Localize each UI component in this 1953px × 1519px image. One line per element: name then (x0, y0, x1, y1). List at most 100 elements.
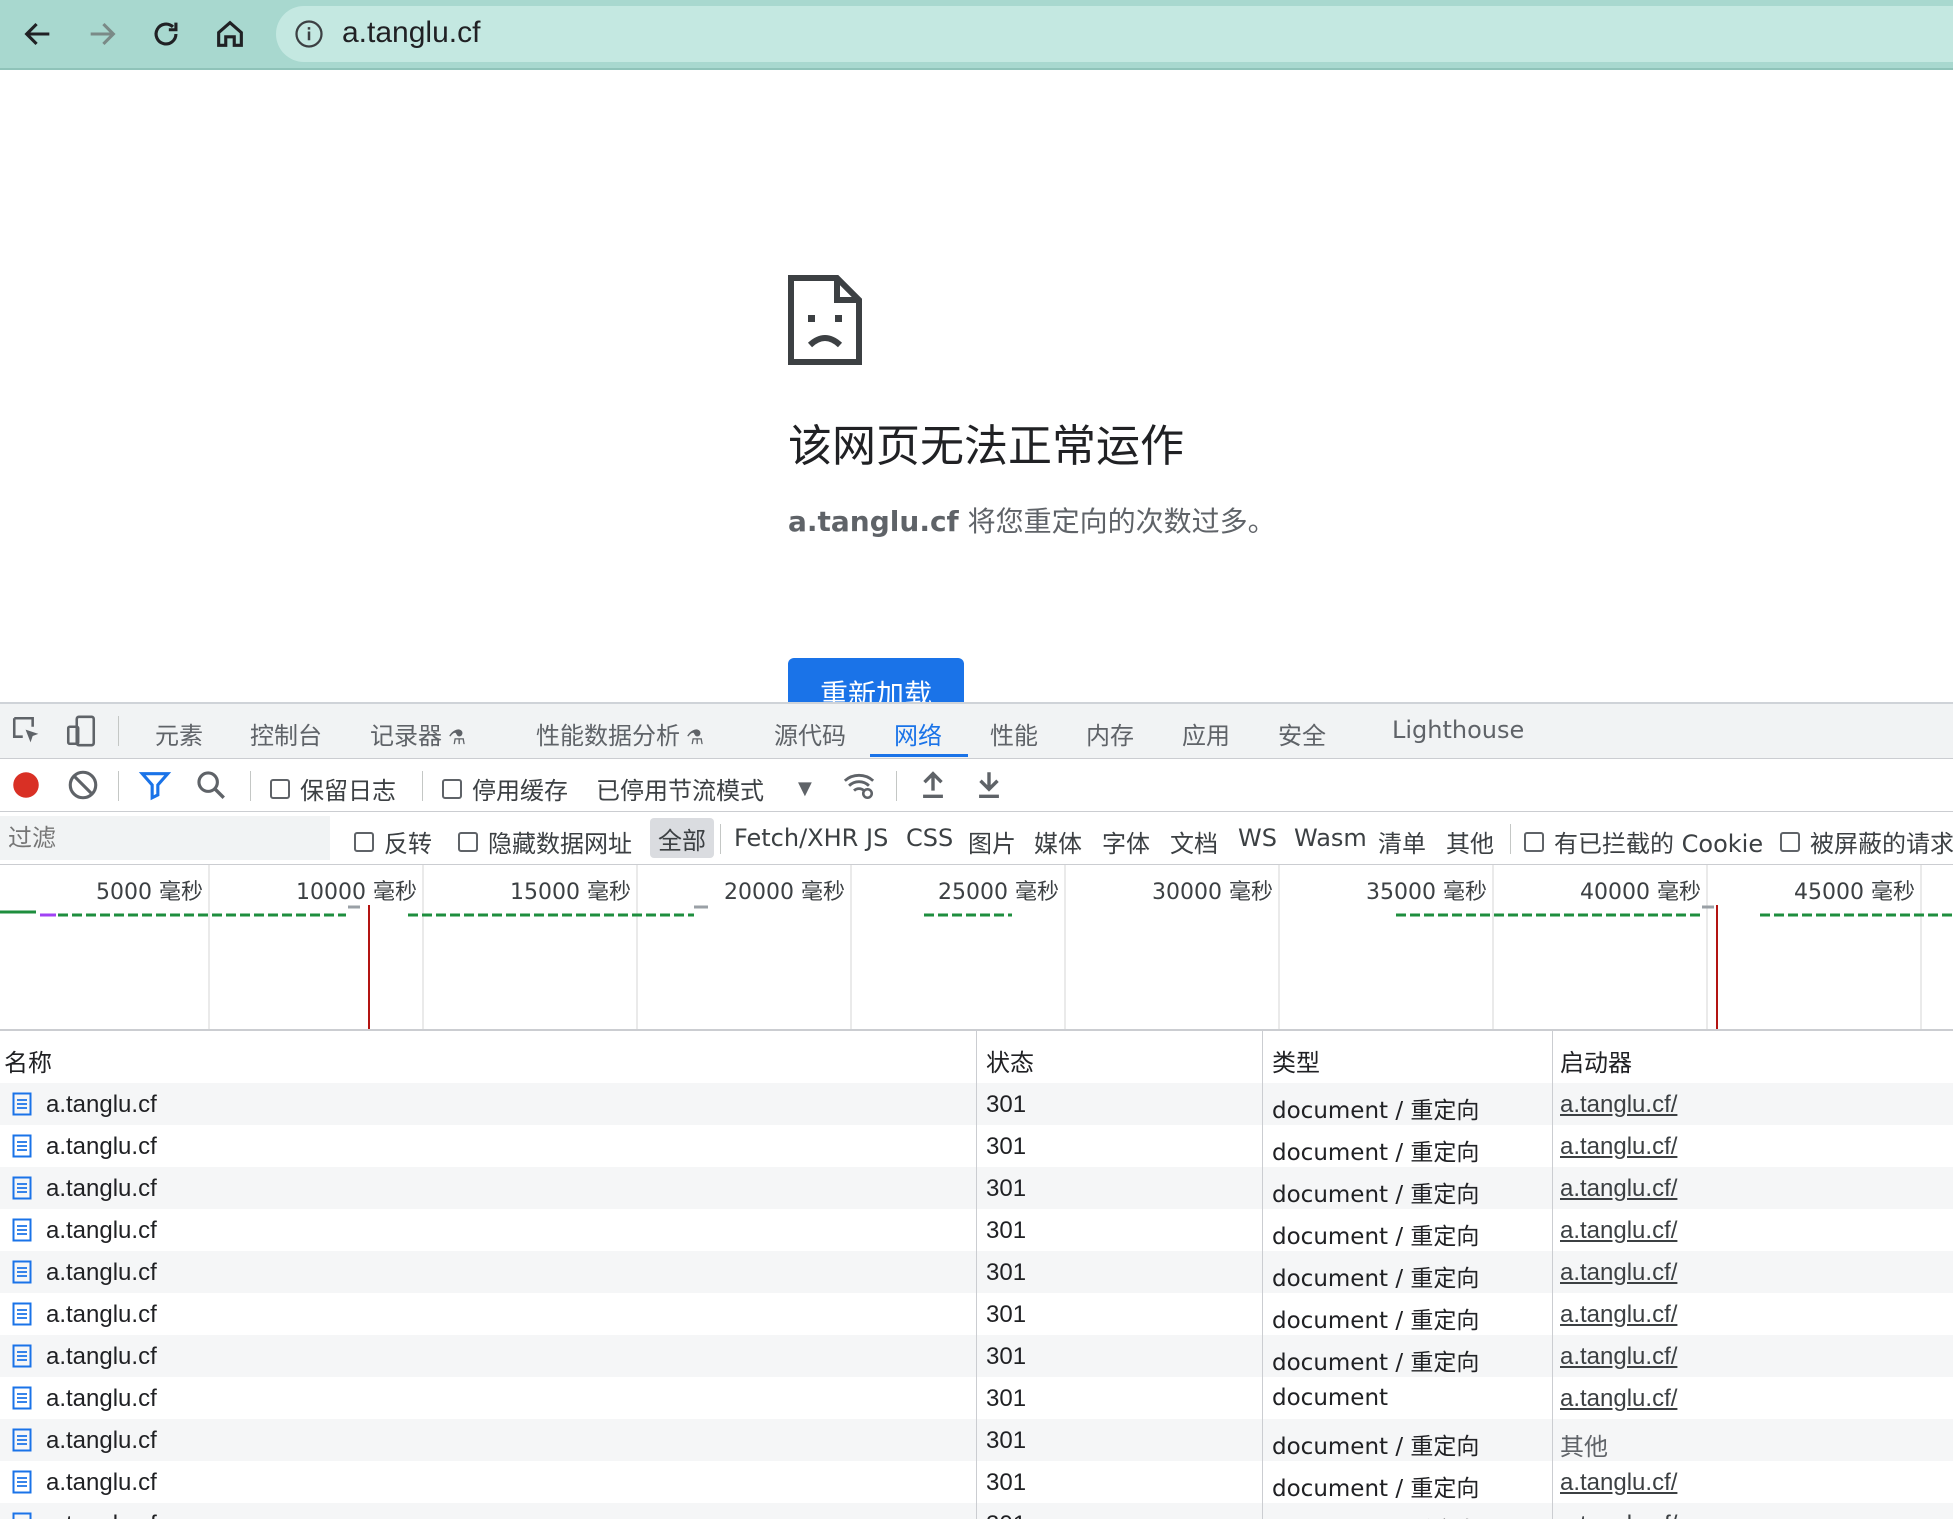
device-toolbar-icon[interactable] (64, 714, 98, 748)
invert-checkbox[interactable]: 反转 (354, 824, 432, 859)
error-title: 该网页无法正常运作 (788, 410, 1184, 474)
request-name[interactable]: a.tanglu.cf (46, 1511, 157, 1519)
filter-type-manifest[interactable]: 清单 (1378, 824, 1426, 859)
document-icon (12, 1344, 32, 1368)
tab-lighthouse[interactable]: Lighthouse (1392, 716, 1524, 744)
filter-type-css[interactable]: CSS (906, 824, 953, 852)
request-name[interactable]: a.tanglu.cf (46, 1175, 157, 1203)
inspect-element-icon[interactable] (10, 714, 44, 748)
request-name[interactable]: a.tanglu.cf (46, 1091, 157, 1119)
timeline-tick-label: 15000 毫秒 (510, 880, 631, 905)
column-header-initiator[interactable]: 启动器 (1560, 1043, 1632, 1078)
request-initiator: 其他 (1560, 1427, 1608, 1462)
tab-recorder[interactable]: 记录器⚗ (370, 716, 466, 751)
request-initiator[interactable]: a.tanglu.cf/ (1560, 1511, 1677, 1519)
checkbox-box[interactable] (354, 832, 374, 852)
record-icon[interactable] (9, 768, 43, 802)
checkbox-box[interactable] (270, 779, 290, 799)
tab-sources[interactable]: 源代码 (774, 716, 846, 751)
request-status: 301 (986, 1259, 1026, 1287)
filter-input[interactable] (0, 816, 330, 860)
tab-elements[interactable]: 元素 (155, 716, 203, 751)
request-status: 301 (986, 1511, 1026, 1519)
request-name[interactable]: a.tanglu.cf (46, 1259, 157, 1287)
filter-type-media[interactable]: 媒体 (1034, 824, 1082, 859)
timeline-tick-label: 10000 毫秒 (296, 880, 417, 905)
timeline-tick-label: 45000 毫秒 (1794, 880, 1915, 905)
column-header-type[interactable]: 类型 (1272, 1043, 1320, 1078)
filter-type-fetch-xhr[interactable]: Fetch/XHR (734, 824, 858, 852)
import-har-icon[interactable] (916, 768, 950, 802)
disable-cache-checkbox[interactable]: 停用缓存 (442, 771, 568, 806)
checkbox-box[interactable] (442, 779, 462, 799)
request-initiator[interactable]: a.tanglu.cf/ (1560, 1217, 1677, 1245)
request-name[interactable]: a.tanglu.cf (46, 1385, 157, 1413)
filter-type-js[interactable]: JS (866, 824, 888, 852)
reload-nav-button[interactable] (140, 8, 192, 60)
back-button[interactable] (12, 8, 64, 60)
checkbox-box[interactable] (458, 832, 478, 852)
clear-icon[interactable] (66, 768, 100, 802)
request-initiator[interactable]: a.tanglu.cf/ (1560, 1301, 1677, 1329)
column-divider (1552, 1031, 1553, 1519)
filter-type-wasm[interactable]: Wasm (1294, 824, 1367, 852)
filter-icon[interactable] (138, 768, 172, 802)
request-name[interactable]: a.tanglu.cf (46, 1133, 157, 1161)
forward-button[interactable] (76, 8, 128, 60)
document-icon (12, 1470, 32, 1494)
request-status: 301 (986, 1175, 1026, 1203)
filter-type-other[interactable]: 其他 (1446, 824, 1494, 859)
request-initiator[interactable]: a.tanglu.cf/ (1560, 1343, 1677, 1371)
filter-type-doc[interactable]: 文档 (1170, 824, 1218, 859)
request-status: 301 (986, 1301, 1026, 1329)
request-initiator[interactable]: a.tanglu.cf/ (1560, 1469, 1677, 1497)
filter-type-img[interactable]: 图片 (968, 824, 1016, 859)
timeline-overview-graph[interactable]: 5000 毫秒10000 毫秒15000 毫秒20000 毫秒25000 毫秒3… (0, 865, 1953, 1029)
request-name[interactable]: a.tanglu.cf (46, 1343, 157, 1371)
request-initiator[interactable]: a.tanglu.cf/ (1560, 1091, 1677, 1119)
toolbar-divider (720, 824, 721, 854)
request-initiator[interactable]: a.tanglu.cf/ (1560, 1133, 1677, 1161)
network-overview-timeline[interactable]: 5000 毫秒10000 毫秒15000 毫秒20000 毫秒25000 毫秒3… (0, 865, 1953, 1031)
checkbox-box[interactable] (1524, 832, 1544, 852)
request-initiator[interactable]: a.tanglu.cf/ (1560, 1259, 1677, 1287)
blocked-requests-checkbox[interactable]: 被屏蔽的请求 (1780, 824, 1953, 859)
column-header-status[interactable]: 状态 (986, 1043, 1034, 1078)
column-divider (976, 1031, 977, 1519)
request-name[interactable]: a.tanglu.cf (46, 1217, 157, 1245)
column-header-name[interactable]: 名称 (4, 1043, 52, 1078)
toolbar-divider (896, 771, 897, 801)
filter-bar: 反转 隐藏数据网址 全部 Fetch/XHR JS CSS 图片 媒体 字体 文… (0, 812, 1953, 865)
blocked-cookies-checkbox[interactable]: 有已拦截的 Cookie (1524, 824, 1763, 859)
export-har-icon[interactable] (972, 768, 1006, 802)
filter-type-font[interactable]: 字体 (1102, 824, 1150, 859)
request-initiator[interactable]: a.tanglu.cf/ (1560, 1385, 1677, 1413)
checkbox-box[interactable] (1780, 832, 1800, 852)
info-icon[interactable] (294, 19, 324, 49)
request-name[interactable]: a.tanglu.cf (46, 1301, 157, 1329)
tab-application[interactable]: 应用 (1182, 716, 1230, 751)
search-icon[interactable] (194, 768, 228, 802)
home-button[interactable] (204, 8, 256, 60)
tab-console[interactable]: 控制台 (250, 716, 322, 751)
address-bar[interactable]: a.tanglu.cf (276, 6, 1953, 62)
tab-memory[interactable]: 内存 (1086, 716, 1134, 751)
throttling-select[interactable]: 已停用节流模式▼ (596, 771, 812, 806)
request-type: document / 重定向 (1272, 1217, 1479, 1251)
filter-type-ws[interactable]: WS (1238, 824, 1277, 852)
request-name[interactable]: a.tanglu.cf (46, 1469, 157, 1497)
request-name[interactable]: a.tanglu.cf (46, 1427, 157, 1455)
preserve-log-checkbox[interactable]: 保留日志 (270, 771, 396, 806)
tab-performance-insights[interactable]: 性能数据分析⚗ (536, 716, 704, 751)
url-text[interactable]: a.tanglu.cf (342, 16, 480, 50)
request-status: 301 (986, 1343, 1026, 1371)
tab-network[interactable]: 网络 (894, 716, 942, 751)
filter-type-all[interactable]: 全部 (650, 818, 714, 858)
network-conditions-icon[interactable] (842, 768, 876, 802)
tab-performance[interactable]: 性能 (990, 716, 1038, 751)
blocked-cookies-label: 有已拦截的 Cookie (1554, 824, 1763, 859)
request-initiator[interactable]: a.tanglu.cf/ (1560, 1175, 1677, 1203)
tab-security[interactable]: 安全 (1278, 716, 1326, 751)
invert-label: 反转 (384, 824, 432, 859)
hide-data-urls-checkbox[interactable]: 隐藏数据网址 (458, 824, 632, 859)
